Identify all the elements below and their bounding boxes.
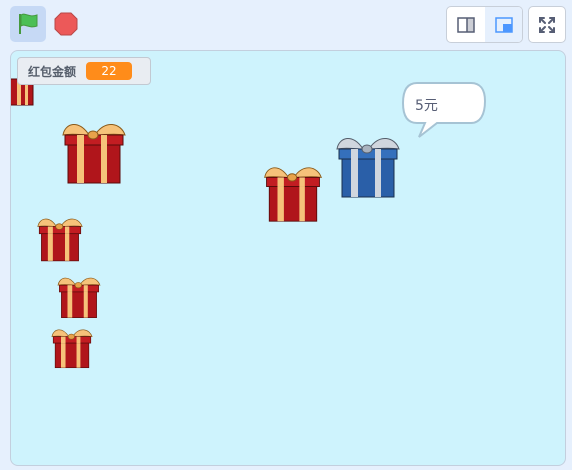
fullscreen-icon (539, 16, 555, 33)
green-flag-icon (19, 13, 38, 34)
gift-sprite[interactable] (261, 161, 325, 223)
stop-icon (54, 12, 78, 36)
stage-toolbar (0, 0, 572, 48)
gift-sprite[interactable] (35, 213, 85, 263)
stage-size-toggle (446, 6, 523, 43)
speech-bubble-text: 5元 (415, 98, 438, 114)
variable-monitor-value: 22 (86, 62, 133, 80)
gift-sprite[interactable] (49, 325, 95, 369)
blue-gift-sprite[interactable] (333, 131, 403, 199)
green-flag-button[interactable] (10, 6, 46, 42)
variable-monitor: 红包金额 22 (17, 57, 151, 85)
speech-bubble-shape (401, 82, 487, 138)
gift-sprite[interactable] (55, 273, 103, 319)
stage-canvas[interactable]: 红包金额 22 5元 (10, 50, 566, 466)
fullscreen-button[interactable] (528, 6, 566, 43)
normal-stage-icon (495, 16, 513, 33)
normal-stage-button[interactable] (485, 7, 522, 42)
variable-monitor-label: 红包金额 (28, 64, 77, 79)
small-stage-icon (457, 16, 475, 33)
small-stage-button[interactable] (447, 7, 486, 42)
speech-bubble: 5元 (401, 81, 487, 147)
gift-sprite[interactable] (59, 117, 129, 185)
stop-button[interactable] (50, 6, 82, 42)
